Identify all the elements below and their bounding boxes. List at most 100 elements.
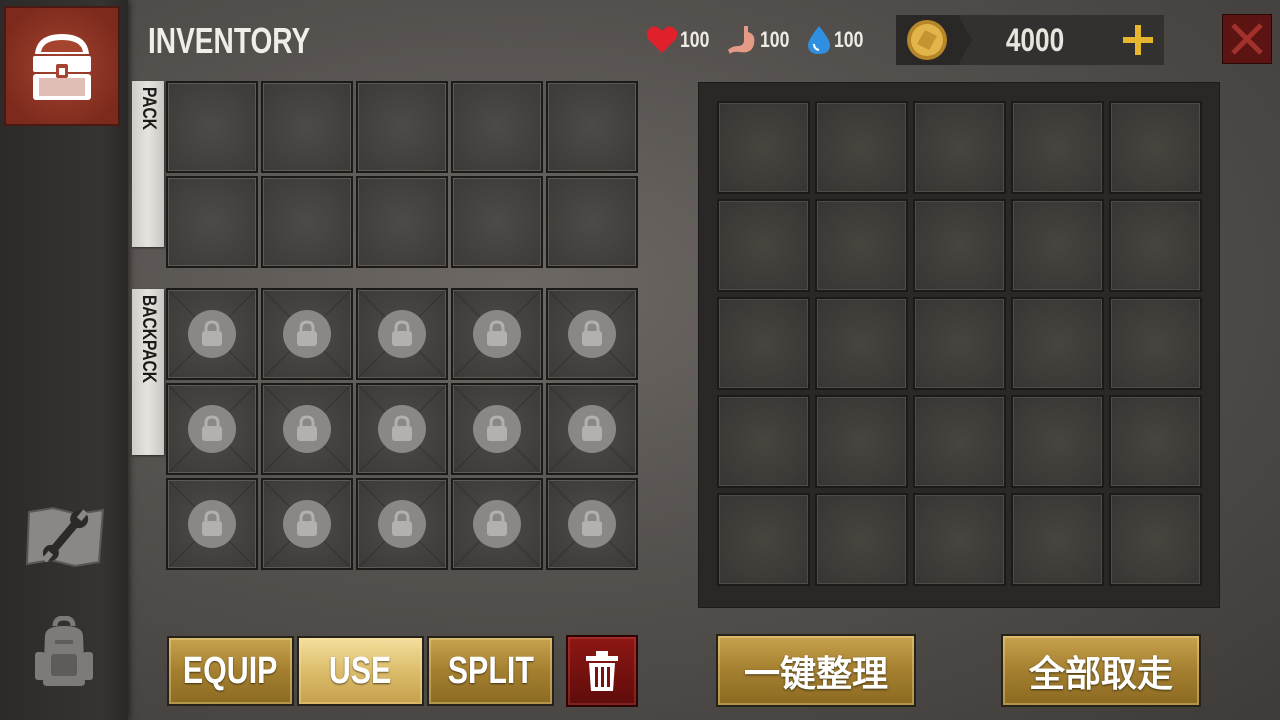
split-button[interactable]: SPLIT [427, 636, 554, 706]
backpack-slot-locked[interactable] [356, 383, 448, 475]
lock-icon [283, 500, 331, 548]
storage-slot[interactable] [717, 493, 810, 586]
take-all-label: 全部取走 [1028, 652, 1173, 694]
tab-inventory[interactable] [4, 6, 120, 126]
coin-container [896, 15, 972, 65]
storage-slot[interactable] [1011, 199, 1104, 292]
pack-slot[interactable] [451, 176, 543, 268]
backpack-label-text: BACKPACK [138, 295, 159, 383]
pack-slot[interactable] [356, 81, 448, 173]
backpack-slot-locked[interactable] [166, 478, 258, 570]
storage-slot[interactable] [1109, 199, 1202, 292]
pack-slot[interactable] [261, 81, 353, 173]
tab-backpack[interactable] [24, 612, 104, 692]
storage-slot[interactable] [1011, 493, 1104, 586]
discard-button[interactable] [566, 635, 638, 707]
storage-slot[interactable] [913, 395, 1006, 488]
lock-icon [188, 500, 236, 548]
pack-slot[interactable] [546, 176, 638, 268]
treasure-chest-icon [33, 34, 91, 100]
backpack-slot-locked[interactable] [166, 383, 258, 475]
use-label: USE [329, 649, 392, 692]
lock-icon [473, 310, 521, 358]
use-button[interactable]: USE [297, 636, 424, 706]
backpack-slot-locked[interactable] [546, 288, 638, 380]
lock-icon [568, 500, 616, 548]
backpack-slot-locked[interactable] [261, 288, 353, 380]
tab-crafting[interactable] [20, 496, 110, 576]
thirst-stat: 100 [806, 24, 868, 56]
wrench-map-icon [25, 506, 105, 568]
lock-icon [473, 500, 521, 548]
storage-slot[interactable] [815, 297, 908, 390]
backpack-slot-locked[interactable] [546, 478, 638, 570]
lock-icon [378, 405, 426, 453]
backpack-slot-locked[interactable] [451, 478, 543, 570]
backpack-slot-locked[interactable] [166, 288, 258, 380]
storage-slot[interactable] [913, 199, 1006, 292]
storage-slot[interactable] [913, 493, 1006, 586]
pack-slot[interactable] [356, 176, 448, 268]
lock-icon [283, 405, 331, 453]
water-drop-icon [808, 26, 830, 54]
storage-slot[interactable] [1109, 395, 1202, 488]
storage-slot[interactable] [815, 395, 908, 488]
split-label: SPLIT [447, 649, 534, 692]
backpack-label: BACKPACK [132, 289, 164, 455]
pack-label: PACK [132, 81, 164, 247]
storage-slot[interactable] [1011, 297, 1104, 390]
close-icon [1231, 23, 1263, 55]
gold-coin-icon [907, 20, 947, 60]
trash-icon [586, 651, 618, 691]
pack-slot[interactable] [166, 81, 258, 173]
close-button[interactable] [1222, 14, 1272, 64]
pack-slot[interactable] [261, 176, 353, 268]
health-value: 100 [680, 27, 710, 52]
storage-slot[interactable] [1011, 101, 1104, 194]
lock-icon [568, 310, 616, 358]
lock-icon [378, 500, 426, 548]
storage-panel [698, 82, 1220, 608]
backpack-slot-locked[interactable] [356, 478, 448, 570]
backpack-slot-locked[interactable] [546, 383, 638, 475]
storage-slot[interactable] [1011, 395, 1104, 488]
pack-slot[interactable] [546, 81, 638, 173]
gold-currency: 4000 [896, 15, 1164, 65]
backpack-slot-locked[interactable] [451, 288, 543, 380]
storage-slot[interactable] [815, 493, 908, 586]
storage-grid [717, 101, 1202, 586]
sort-button[interactable]: 一键整理 [716, 634, 916, 707]
backpack-icon [35, 616, 93, 686]
lock-icon [378, 310, 426, 358]
storage-slot[interactable] [717, 297, 810, 390]
storage-slot[interactable] [1109, 297, 1202, 390]
backpack-slot-locked[interactable] [356, 288, 448, 380]
storage-slot[interactable] [717, 199, 810, 292]
storage-slot[interactable] [1109, 493, 1202, 586]
pack-slot[interactable] [451, 81, 543, 173]
storage-slot[interactable] [913, 101, 1006, 194]
backpack-slot-locked[interactable] [261, 383, 353, 475]
lock-icon [568, 405, 616, 453]
backpack-slot-locked[interactable] [451, 383, 543, 475]
add-gold-button[interactable] [1112, 15, 1164, 65]
pack-grid [166, 81, 638, 268]
storage-slot[interactable] [717, 101, 810, 194]
storage-slot[interactable] [815, 101, 908, 194]
pack-slot[interactable] [166, 176, 258, 268]
heart-icon [646, 26, 678, 53]
health-stat: 100 [646, 25, 714, 55]
equip-label: EQUIP [183, 649, 278, 692]
take-all-button[interactable]: 全部取走 [1001, 634, 1201, 707]
backpack-slot-locked[interactable] [261, 478, 353, 570]
hunger-value: 100 [760, 27, 790, 52]
equip-button[interactable]: EQUIP [167, 636, 294, 706]
storage-slot[interactable] [815, 199, 908, 292]
storage-slot[interactable] [1109, 101, 1202, 194]
storage-slot[interactable] [717, 395, 810, 488]
plus-icon [1123, 25, 1153, 55]
lock-icon [188, 310, 236, 358]
page-title: INVENTORY [148, 20, 311, 61]
hunger-stat: 100 [726, 24, 794, 56]
storage-slot[interactable] [913, 297, 1006, 390]
